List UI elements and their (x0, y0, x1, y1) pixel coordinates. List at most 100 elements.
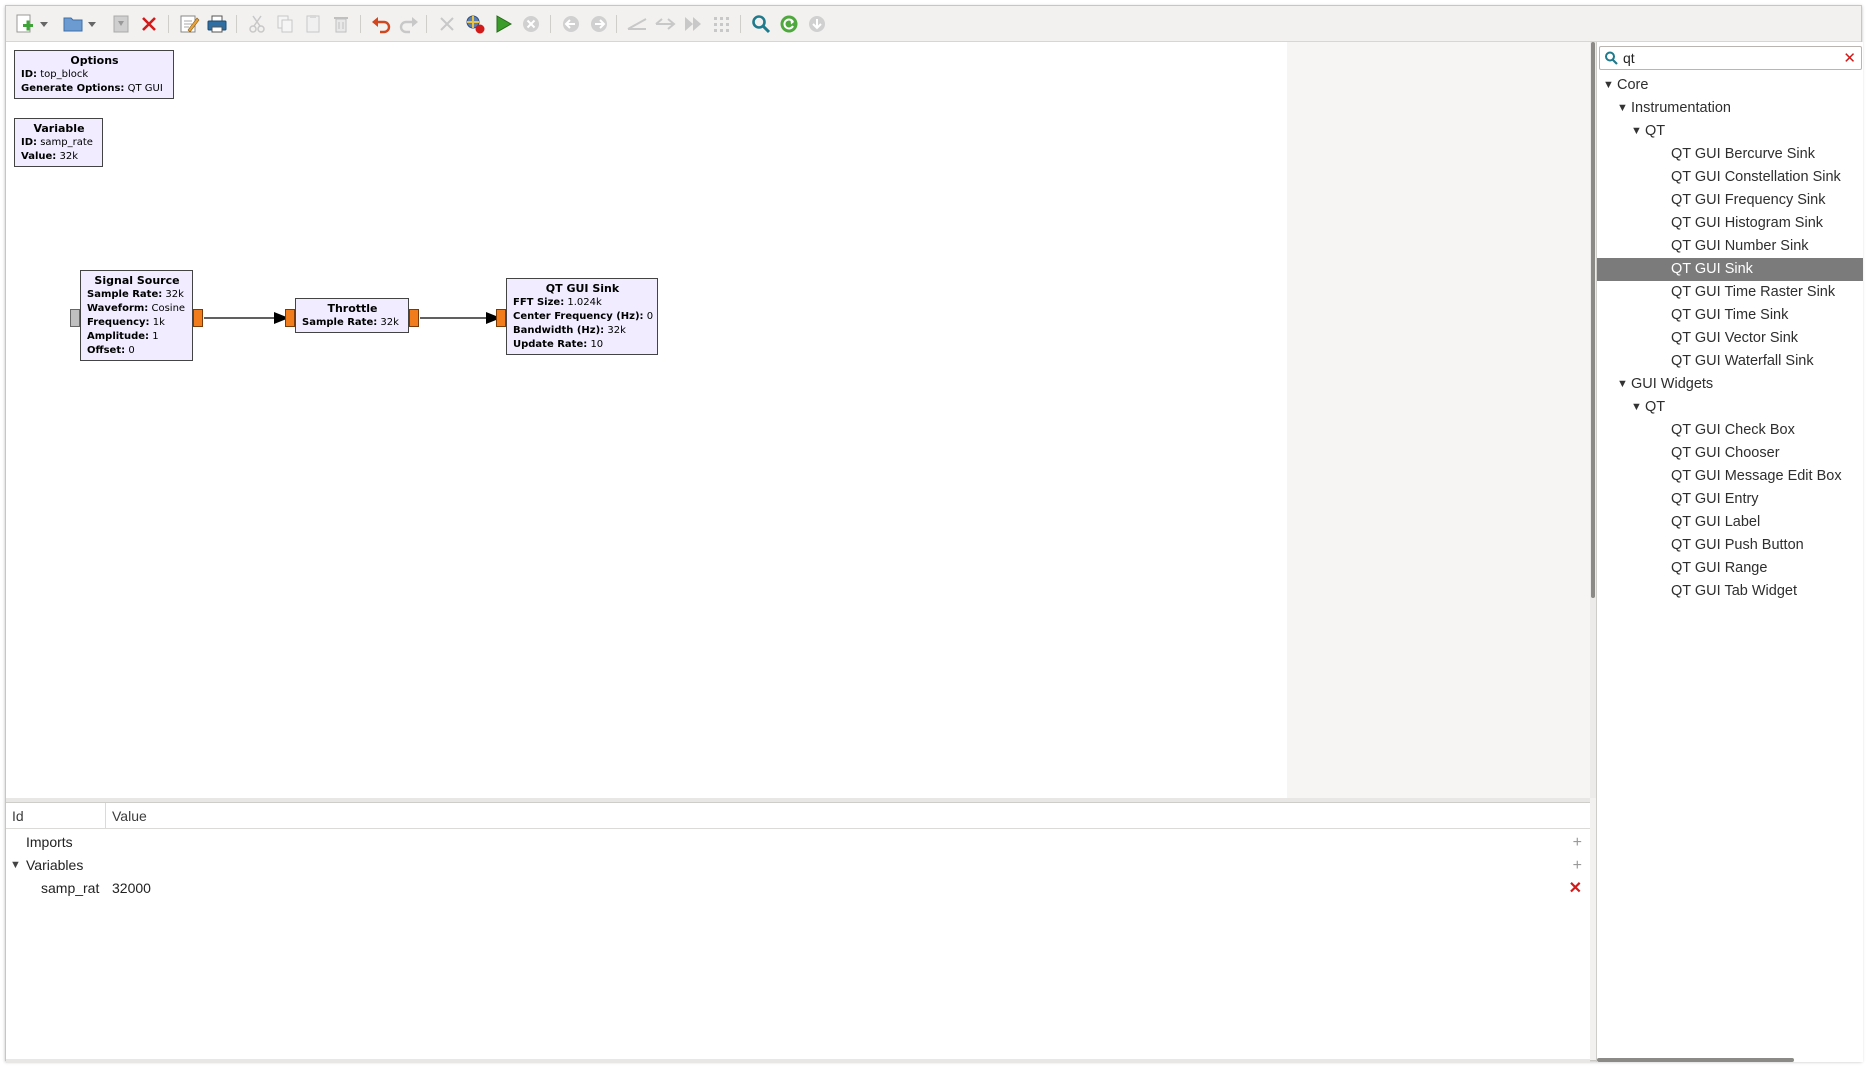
tree-item-label: QT GUI Waterfall Sink (1671, 353, 1814, 369)
disable-block-icon[interactable] (680, 12, 706, 36)
block-search-field[interactable]: qt ✕ (1599, 46, 1862, 70)
enable-icon[interactable] (652, 12, 678, 36)
tree-block-item[interactable]: QT GUI Constellation Sink (1597, 166, 1863, 189)
block-param: Bandwidth (Hz): 32k (513, 325, 626, 336)
rotate-left-icon[interactable] (558, 12, 584, 36)
kill-icon[interactable] (518, 12, 544, 36)
tree-category[interactable]: ▼ Instrumentation (1597, 97, 1863, 120)
open-icon[interactable] (60, 12, 86, 36)
tree-item-label: QT GUI Histogram Sink (1671, 215, 1824, 231)
tree-block-item[interactable]: QT GUI Time Sink (1597, 304, 1863, 327)
tree-block-item[interactable]: QT GUI Tab Widget (1597, 580, 1863, 603)
tree-block-item[interactable]: QT GUI Number Sink (1597, 235, 1863, 258)
block-param: Generate Options: QT GUI (21, 83, 163, 94)
paste-icon[interactable] (300, 12, 326, 36)
signal-source-input-port[interactable] (70, 309, 80, 327)
download-icon[interactable] (804, 12, 830, 36)
expander-triangle-icon[interactable]: ▼ (1631, 120, 1642, 143)
scrollbar-thumb[interactable] (1591, 42, 1595, 598)
tree-block-item[interactable]: QT GUI Frequency Sink (1597, 189, 1863, 212)
tree-item-label: QT GUI Entry (1671, 491, 1759, 507)
qt-gui-sink-input-port[interactable] (496, 309, 506, 327)
delete-icon[interactable] (328, 12, 354, 36)
tree-block-item[interactable]: QT GUI Check Box (1597, 419, 1863, 442)
generate-icon[interactable] (462, 12, 488, 36)
variable-id: samp_rat (41, 880, 100, 896)
flowgraph-canvas[interactable]: Options ID: top_block Generate Options: … (6, 42, 1590, 798)
tree-block-item[interactable]: QT GUI Push Button (1597, 534, 1863, 557)
signal-source-block[interactable]: Signal Source Sample Rate: 32k Waveform:… (80, 270, 193, 361)
tree-category[interactable]: ▼ GUI Widgets (1597, 373, 1863, 396)
block-tree-scrollbar[interactable] (1597, 1058, 1794, 1062)
tree-block-item[interactable]: QT GUI Label (1597, 511, 1863, 534)
block-param: ID: top_block (21, 69, 89, 80)
tree-block-item[interactable]: QT GUI Message Edit Box (1597, 465, 1863, 488)
copy-icon[interactable] (272, 12, 298, 36)
tree-block-item[interactable]: QT GUI Waterfall Sink (1597, 350, 1863, 373)
tree-block-item[interactable]: QT GUI Bercurve Sink (1597, 143, 1863, 166)
expander-triangle-icon[interactable]: ▼ (10, 854, 21, 877)
remove-variable-icon[interactable]: ✕ (1569, 877, 1582, 900)
tree-block-item[interactable]: QT GUI Histogram Sink (1597, 212, 1863, 235)
disable-icon[interactable] (434, 12, 460, 36)
tree-block-item[interactable]: QT GUI Time Raster Sink (1597, 281, 1863, 304)
expander-triangle-icon[interactable]: ▼ (1603, 74, 1614, 97)
print-icon[interactable] (204, 12, 230, 36)
rotate-right-icon[interactable] (586, 12, 612, 36)
close-icon[interactable] (136, 12, 162, 36)
signal-source-output-port[interactable] (193, 309, 203, 327)
add-variable-icon[interactable]: + (1573, 854, 1582, 877)
variable-row[interactable]: samp_rat 32000 ✕ (6, 877, 1590, 900)
save-icon[interactable] (108, 12, 134, 36)
throttle-output-port[interactable] (409, 309, 419, 327)
redo-icon[interactable] (396, 12, 422, 36)
find-icon[interactable] (748, 12, 774, 36)
tree-block-item[interactable]: QT GUI Vector Sink (1597, 327, 1863, 350)
expander-triangle-icon[interactable]: ▼ (1617, 373, 1628, 396)
tree-block-item[interactable]: QT GUI Sink (1597, 258, 1863, 281)
new-dropdown-arrow-icon[interactable] (38, 12, 50, 36)
qt-gui-sink-block[interactable]: QT GUI Sink FFT Size: 1.024k Center Freq… (506, 278, 658, 355)
options-block[interactable]: Options ID: top_block Generate Options: … (14, 50, 174, 99)
block-param: ID: samp_rate (21, 137, 93, 148)
undo-icon[interactable] (368, 12, 394, 36)
block-param: Offset: 0 (87, 345, 135, 356)
throttle-block[interactable]: Throttle Sample Rate: 32k (295, 298, 409, 333)
tree-item-label: QT GUI Chooser (1671, 445, 1780, 461)
clear-search-icon[interactable]: ✕ (1843, 47, 1856, 69)
tree-category[interactable]: ▼ Core (1597, 74, 1863, 97)
tree-block-item[interactable]: QT GUI Chooser (1597, 442, 1863, 465)
tree-item-label: QT GUI Range (1671, 560, 1768, 576)
variable-editor-scrollbar[interactable] (6, 1059, 1590, 1063)
column-header-id[interactable]: Id (6, 803, 106, 829)
toolbar-separator (740, 15, 741, 33)
new-icon[interactable] (12, 12, 38, 36)
variable-block[interactable]: Variable ID: samp_rate Value: 32k (14, 118, 103, 167)
tree-category[interactable]: ▼ QT (1597, 120, 1863, 143)
tree-category[interactable]: ▼ QT (1597, 396, 1863, 419)
tree-item-label: Core (1617, 77, 1649, 93)
tree-item-label: QT GUI Time Raster Sink (1671, 284, 1836, 300)
bypass-icon[interactable] (624, 12, 650, 36)
tree-item-label: QT GUI Constellation Sink (1671, 169, 1841, 185)
search-input[interactable]: qt (1623, 47, 1635, 69)
open-dropdown-arrow-icon[interactable] (86, 12, 98, 36)
tree-block-item[interactable]: QT GUI Entry (1597, 488, 1863, 511)
cut-icon[interactable] (244, 12, 270, 36)
connections-layer (204, 312, 501, 324)
expander-triangle-icon[interactable]: ▼ (1617, 97, 1628, 120)
variable-editor-header: Id Value (6, 803, 1590, 829)
column-header-value[interactable]: Value (106, 803, 147, 829)
properties-icon[interactable] (176, 12, 202, 36)
expander-triangle-icon[interactable]: ▼ (1631, 396, 1642, 419)
block-param: Center Frequency (Hz): 0 (513, 311, 654, 322)
reload-icon[interactable] (776, 12, 802, 36)
grid-icon[interactable] (708, 12, 734, 36)
execute-icon[interactable] (490, 12, 516, 36)
add-import-icon[interactable]: + (1573, 831, 1582, 854)
variables-row[interactable]: ▼ Variables + (6, 854, 1590, 877)
tree-block-item[interactable]: QT GUI Range (1597, 557, 1863, 580)
tree-item-label: QT GUI Time Sink (1671, 307, 1789, 323)
throttle-input-port[interactable] (285, 309, 295, 327)
imports-row[interactable]: Imports + (6, 831, 1590, 854)
